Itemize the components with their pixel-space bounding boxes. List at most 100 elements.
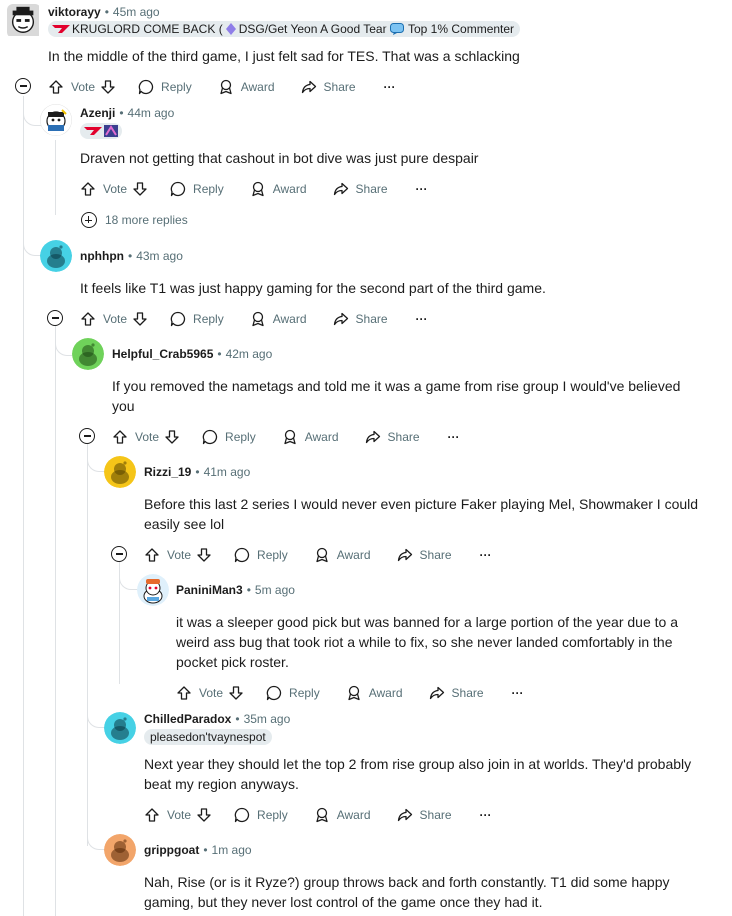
more-options-button[interactable]: ··· xyxy=(480,808,492,822)
top-commenter-badge: Top 1% Commenter xyxy=(386,21,521,37)
upvote-button[interactable] xyxy=(144,547,160,563)
upvote-button[interactable] xyxy=(144,807,160,823)
more-options-button[interactable]: ··· xyxy=(416,312,428,326)
comment-username[interactable]: Helpful_Crab5965 xyxy=(112,347,213,361)
share-button[interactable]: Share xyxy=(365,429,424,445)
comment-timestamp[interactable]: 1m ago xyxy=(212,843,252,857)
user-flair: KRUGLORD COME BACK ( DSG/Get Yeon A Good… xyxy=(48,21,403,37)
reply-button[interactable]: Reply xyxy=(170,181,228,197)
award-button[interactable]: Award xyxy=(218,79,279,95)
downvote-button[interactable] xyxy=(132,181,148,197)
comment-timestamp[interactable]: 42m ago xyxy=(226,347,273,361)
collapse-thread-button[interactable] xyxy=(15,78,31,94)
comment-timestamp[interactable]: 41m ago xyxy=(204,465,251,479)
share-button[interactable]: Share xyxy=(429,685,488,701)
upvote-button[interactable] xyxy=(176,685,192,701)
comment-body-line-1: Before this last 2 series I would never … xyxy=(144,496,699,512)
more-options-button[interactable]: ··· xyxy=(480,548,492,562)
reply-button[interactable]: Reply xyxy=(234,807,292,823)
comment-timestamp[interactable]: 35m ago xyxy=(244,712,291,726)
avatar[interactable] xyxy=(40,104,72,136)
comment-username[interactable]: viktorayy xyxy=(48,5,101,19)
comment-username[interactable]: nphhpn xyxy=(80,249,124,263)
separator-dot: • xyxy=(203,843,208,857)
avatar[interactable] xyxy=(137,574,169,606)
comment-timestamp[interactable]: 43m ago xyxy=(136,249,183,263)
expand-replies-button[interactable] xyxy=(81,212,97,228)
award-button[interactable]: Award xyxy=(346,685,407,701)
comment-body-line-1: Next year they should let the top 2 from… xyxy=(144,756,692,772)
more-options-button[interactable]: ··· xyxy=(448,430,460,444)
comment-username[interactable]: Rizzi_19 xyxy=(144,465,191,479)
collapse-thread-button[interactable] xyxy=(79,428,95,444)
avatar[interactable] xyxy=(104,834,136,866)
award-label: Award xyxy=(272,182,307,196)
comment-username[interactable]: grippgoat xyxy=(144,843,199,857)
downvote-button[interactable] xyxy=(100,79,116,95)
share-icon xyxy=(333,312,348,326)
user-flair xyxy=(80,123,122,139)
avatar[interactable] xyxy=(72,338,104,370)
more-replies-link[interactable]: 18 more replies xyxy=(105,213,188,227)
vote-label: Vote xyxy=(135,430,160,444)
share-button[interactable]: Share xyxy=(301,79,360,95)
award-button[interactable]: Award xyxy=(314,547,375,563)
comment-timestamp[interactable]: 5m ago xyxy=(255,583,295,597)
comment-body-line-1: Nah, Rise (or is it Ryze?) group throws … xyxy=(144,874,670,890)
avatar[interactable] xyxy=(40,240,72,272)
upvote-button[interactable] xyxy=(48,79,64,95)
award-button[interactable]: Award xyxy=(282,429,343,445)
comment-action-bar: Vote Reply Award Share ··· xyxy=(144,545,492,565)
upvote-button[interactable] xyxy=(80,181,96,197)
more-options-button[interactable]: ··· xyxy=(512,686,524,700)
reply-button[interactable]: Reply xyxy=(234,547,292,563)
comment-username[interactable]: Azenji xyxy=(80,106,115,120)
reply-button[interactable]: Reply xyxy=(170,311,228,327)
downvote-button[interactable] xyxy=(228,685,244,701)
t1-logo-icon xyxy=(84,127,102,135)
comment-timestamp[interactable]: 44m ago xyxy=(128,106,175,120)
downvote-button[interactable] xyxy=(132,311,148,327)
share-button[interactable]: Share xyxy=(333,181,392,197)
downvote-button[interactable] xyxy=(196,807,212,823)
comment-body: In the middle of the third game, I just … xyxy=(48,48,520,64)
more-options-button[interactable]: ··· xyxy=(384,80,396,94)
award-label: Award xyxy=(272,312,307,326)
comment-username[interactable]: ChilledParadox xyxy=(144,712,231,726)
comment-username[interactable]: PaniniMan3 xyxy=(176,583,243,597)
upvote-icon xyxy=(145,548,159,562)
upvote-icon xyxy=(49,80,63,94)
award-button[interactable]: Award xyxy=(250,181,311,197)
share-label: Share xyxy=(387,430,420,444)
downvote-icon xyxy=(101,80,115,94)
downvote-button[interactable] xyxy=(196,547,212,563)
reply-button[interactable]: Reply xyxy=(138,79,196,95)
award-label: Award xyxy=(336,548,371,562)
avatar[interactable] xyxy=(104,712,136,744)
upvote-icon xyxy=(177,686,191,700)
comment-timestamp[interactable]: 45m ago xyxy=(113,5,160,19)
share-button[interactable]: Share xyxy=(397,547,456,563)
share-button[interactable]: Share xyxy=(397,807,456,823)
downvote-button[interactable] xyxy=(164,429,180,445)
award-button[interactable]: Award xyxy=(250,311,311,327)
upvote-button[interactable] xyxy=(112,429,128,445)
award-icon xyxy=(348,685,360,701)
share-icon xyxy=(333,182,348,196)
collapse-thread-button[interactable] xyxy=(47,310,63,326)
reply-icon xyxy=(170,181,186,197)
award-button[interactable]: Award xyxy=(314,807,375,823)
avatar[interactable] xyxy=(104,456,136,488)
share-button[interactable]: Share xyxy=(333,311,392,327)
more-options-button[interactable]: ··· xyxy=(416,182,428,196)
share-icon xyxy=(397,808,412,822)
reply-button[interactable]: Reply xyxy=(202,429,260,445)
reply-button[interactable]: Reply xyxy=(266,685,324,701)
reply-icon xyxy=(170,311,186,327)
upvote-button[interactable] xyxy=(80,311,96,327)
diamond-icon xyxy=(225,23,236,35)
downvote-icon xyxy=(197,808,211,822)
collapse-thread-button[interactable] xyxy=(111,546,127,562)
separator-dot: • xyxy=(235,712,240,726)
avatar[interactable] xyxy=(7,4,41,38)
